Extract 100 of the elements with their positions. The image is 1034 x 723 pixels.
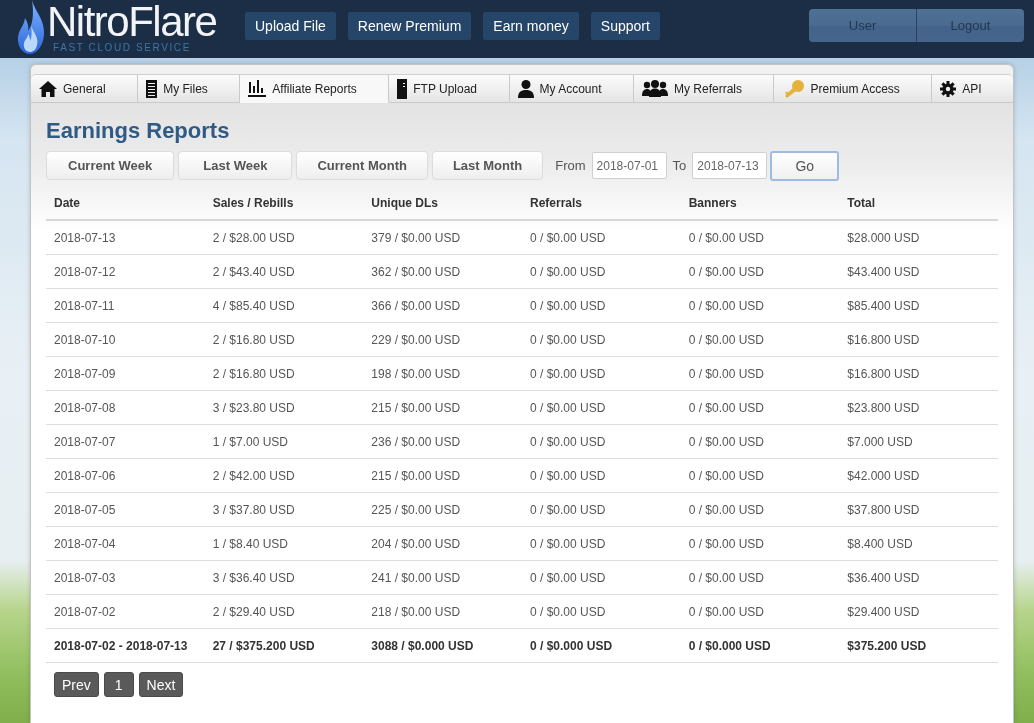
table-cell-text: 0 / $0.00 USD <box>529 468 607 483</box>
table-cell-text: 2 / $16.80 USD <box>211 366 296 381</box>
table-cell-text: $8.400 USD <box>846 536 914 551</box>
table-cell-text: $85.400 USD <box>846 298 921 313</box>
table-cell-text: 0 / $0.00 USD <box>687 468 766 483</box>
total-cell-text: 0 / $0.000 USD <box>529 638 614 653</box>
table-cell-text: 2018-07-03 <box>53 570 117 585</box>
table-cell-text: 0 / $0.00 USD <box>529 264 607 279</box>
table-cell-text: 0 / $0.00 USD <box>687 366 766 381</box>
table-cell-text: 2018-07-11 <box>53 298 116 313</box>
table-cell-text: 1 / $8.40 USD <box>211 536 290 551</box>
pagination-button[interactable]: Next <box>138 672 184 697</box>
date-range-button[interactable]: Last Week <box>178 151 293 180</box>
table-cell-text: 236 / $0.00 USD <box>370 434 462 449</box>
table-cell-text: 2 / $43.40 USD <box>211 264 296 279</box>
tab[interactable]: General <box>31 75 139 103</box>
table-cell-text: 2018-07-05 <box>53 502 117 517</box>
column-header: Banners <box>687 196 738 210</box>
table-cell-text: 2018-07-10 <box>53 332 117 347</box>
table-cell-text: 0 / $0.00 USD <box>687 400 766 415</box>
home-icon <box>39 80 57 97</box>
table-cell-text: 366 / $0.00 USD <box>370 298 462 313</box>
table-cell-text: 2 / $28.00 USD <box>211 230 296 245</box>
table-cell-text: 0 / $0.00 USD <box>529 400 607 415</box>
table-cell-text: 0 / $0.00 USD <box>529 570 607 585</box>
table-cell-text: 204 / $0.00 USD <box>370 536 462 551</box>
table-cell-text: 0 / $0.00 USD <box>687 332 766 347</box>
tab[interactable]: Affiliate Reports <box>240 75 390 103</box>
person-icon <box>517 79 534 98</box>
table-cell-text: 2018-07-04 <box>53 536 117 551</box>
table-cell-text: 379 / $0.00 USD <box>370 230 462 245</box>
tab[interactable]: My Files <box>138 75 241 103</box>
table-cell-text: 2 / $42.00 USD <box>211 468 296 483</box>
table-cell-text: 1 / $7.00 USD <box>211 434 290 449</box>
document-icon <box>146 79 158 98</box>
gear-icon <box>940 80 957 97</box>
nav-button[interactable]: Support <box>590 12 660 40</box>
server-icon <box>397 78 408 99</box>
total-cell-text: 0 / $0.000 USD <box>687 638 772 653</box>
total-cell-text: 2018-07-02 - 2018-07-13 <box>53 638 189 653</box>
date-field[interactable]: 2018-07-13 <box>692 152 768 179</box>
nav-button[interactable]: Upload File <box>245 12 336 40</box>
table-cell-text: 229 / $0.00 USD <box>370 332 462 347</box>
page-title: Earnings Reports <box>46 117 231 145</box>
table-cell-text: 0 / $0.00 USD <box>529 434 607 449</box>
date-range-button[interactable]: Current Week <box>46 151 175 180</box>
tab[interactable]: FTP Upload <box>389 75 510 103</box>
date-range-button[interactable]: Last Month <box>431 151 544 180</box>
total-cell-text: 3088 / $0.000 USD <box>370 638 475 653</box>
field-label: From <box>555 158 586 173</box>
people-icon <box>642 80 668 97</box>
tab[interactable]: My Account <box>509 75 634 103</box>
table-cell-text: 3 / $37.80 USD <box>211 502 296 517</box>
table-cell-text: 0 / $0.00 USD <box>687 264 766 279</box>
table-cell-text: $43.400 USD <box>846 264 921 279</box>
table-cell-text: 215 / $0.00 USD <box>370 468 462 483</box>
field-label: To <box>672 158 687 173</box>
table-cell-text: 0 / $0.00 USD <box>529 230 607 245</box>
total-cell-text: 27 / $375.200 USD <box>211 638 316 653</box>
table-cell-text: 2018-07-12 <box>53 264 117 279</box>
tab[interactable]: Premium Access <box>774 75 933 103</box>
table-cell-text: $16.800 USD <box>846 366 921 381</box>
table-cell-text: 362 / $0.00 USD <box>370 264 462 279</box>
pagination-button[interactable]: Prev <box>54 672 99 697</box>
table-cell-text: 0 / $0.00 USD <box>687 434 766 449</box>
nav-button[interactable]: Earn money <box>483 12 579 40</box>
table-cell-text: 2 / $29.40 USD <box>211 604 296 619</box>
table-cell-text: 0 / $0.00 USD <box>687 570 766 585</box>
table-cell-text: 2018-07-07 <box>53 434 117 449</box>
date-range-button[interactable]: Current Month <box>296 151 428 180</box>
column-header: Unique DLs <box>370 196 439 210</box>
logo-tagline: FAST CLOUD SERVICE <box>53 42 192 53</box>
date-field[interactable]: 2018-07-01 <box>591 152 667 179</box>
logo-wordmark[interactable]: NitroFlare <box>47 1 217 43</box>
table-cell-text: 241 / $0.00 USD <box>370 570 462 585</box>
nav-button[interactable]: Renew Premium <box>347 12 472 40</box>
table-cell-text: 0 / $0.00 USD <box>687 536 766 551</box>
table-cell-text: 2 / $16.80 USD <box>211 332 296 347</box>
column-header: Referrals <box>529 196 584 210</box>
table-cell-text: 0 / $0.00 USD <box>529 366 607 381</box>
table-cell-text: 0 / $0.00 USD <box>529 332 607 347</box>
table-cell-text: 3 / $36.40 USD <box>211 570 296 585</box>
table-cell-text: 0 / $0.00 USD <box>687 604 766 619</box>
column-header: Sales / Rebills <box>211 196 295 210</box>
table-cell-text: 0 / $0.00 USD <box>529 502 607 517</box>
table-cell-text: $36.400 USD <box>846 570 921 585</box>
table-cell-text: 2018-07-06 <box>53 468 117 483</box>
table-cell-text: $29.400 USD <box>846 604 921 619</box>
tab[interactable]: My Referrals <box>634 75 775 103</box>
table-cell-text: $42.000 USD <box>846 468 921 483</box>
table-cell-text: 4 / $85.40 USD <box>211 298 296 313</box>
go-button[interactable]: Go <box>770 150 840 181</box>
table-cell-text: 218 / $0.00 USD <box>370 604 462 619</box>
table-cell-text: 0 / $0.00 USD <box>529 298 607 313</box>
table-cell-text: $37.800 USD <box>846 502 921 517</box>
tab[interactable]: API <box>932 75 1014 103</box>
pagination-button[interactable]: 1 <box>103 672 134 697</box>
table-cell-text: $16.800 USD <box>846 332 921 347</box>
table-cell-text: 3 / $23.80 USD <box>211 400 296 415</box>
table-cell-text: $23.800 USD <box>846 400 921 415</box>
